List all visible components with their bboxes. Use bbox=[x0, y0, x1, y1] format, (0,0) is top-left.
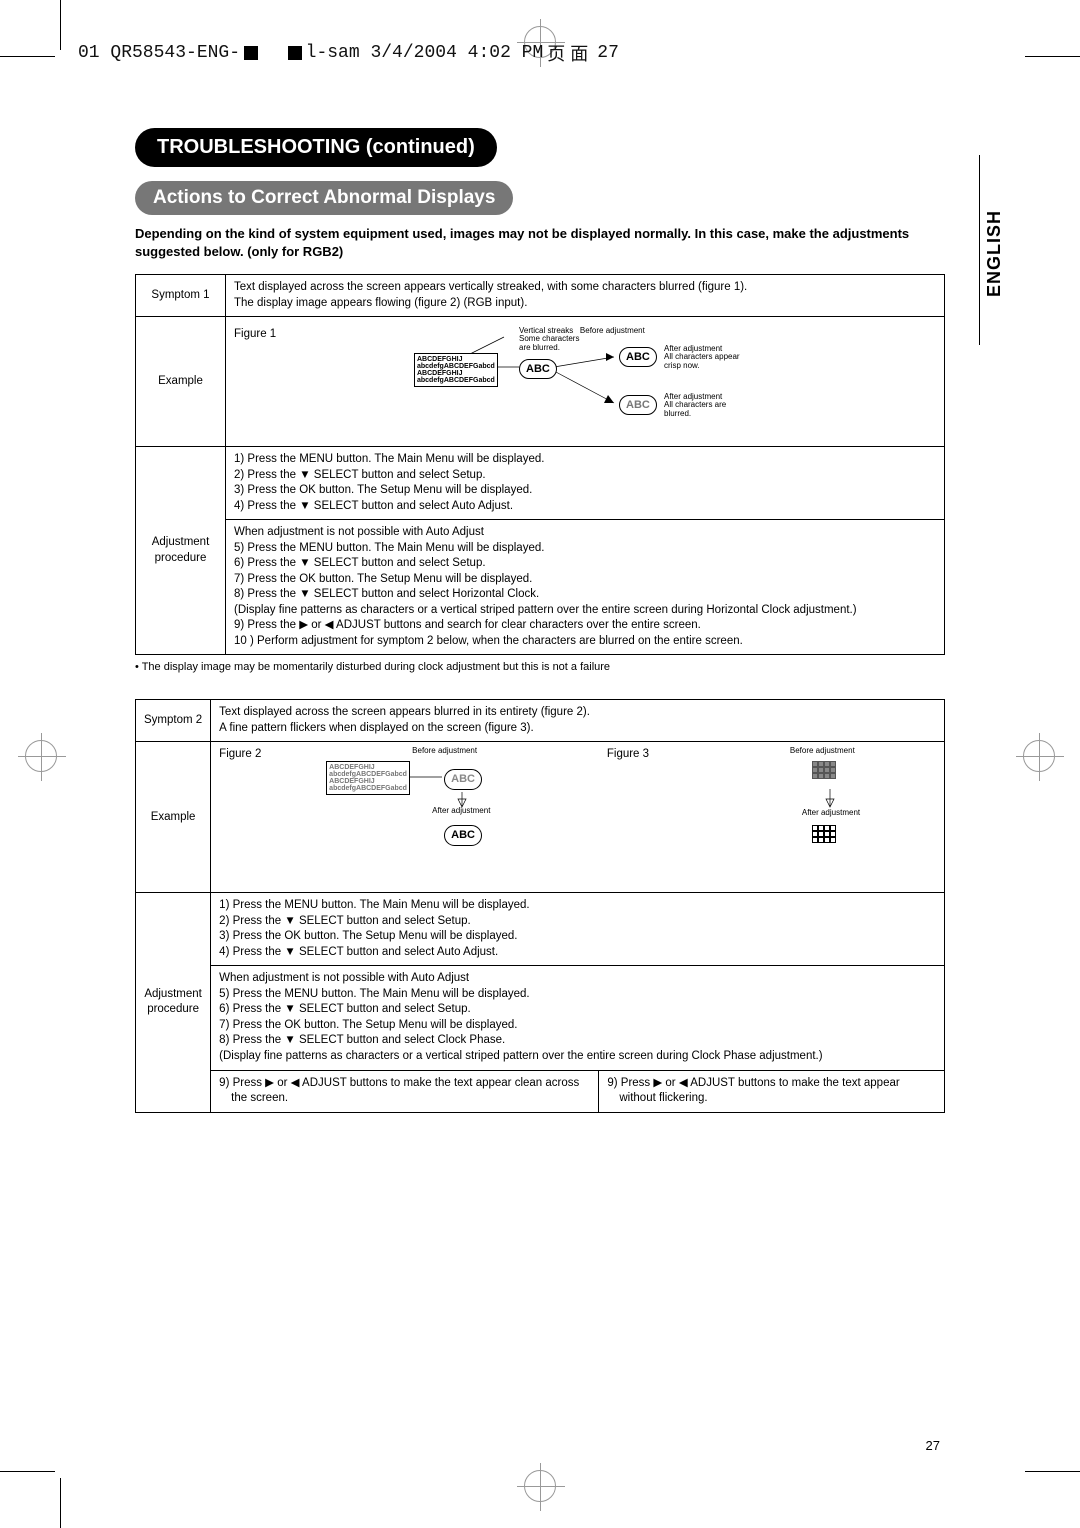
symptom1-table: Symptom 1 Text displayed across the scre… bbox=[135, 274, 945, 655]
symptom2-text: Text displayed across the screen appears… bbox=[211, 700, 945, 742]
grid-blur-icon bbox=[812, 761, 836, 779]
procedure2b: When adjustment is not possible with Aut… bbox=[211, 966, 945, 1070]
file-name: 01 QR58543-ENG- bbox=[78, 43, 240, 63]
file-header: 01 QR58543-ENG- l-sam 3/4/2004 4:02 PM 页… bbox=[78, 40, 619, 66]
language-tab: ENGLISH bbox=[984, 210, 1005, 297]
example-header: Example bbox=[136, 317, 226, 447]
section-title: TROUBLESHOOTING (continued) bbox=[135, 128, 497, 167]
symptom1-header: Symptom 1 bbox=[136, 275, 226, 317]
example2-cell-b: Figure 3 Before adjustment After adjus bbox=[599, 742, 945, 893]
grid-sharp-icon bbox=[812, 825, 836, 843]
symptom1-text: Text displayed across the screen appears… bbox=[226, 275, 945, 317]
procedure2c-right: 9) Press ▶ or ◀ ADJUST buttons to make t… bbox=[599, 1070, 945, 1112]
symptom2-header: Symptom 2 bbox=[136, 700, 211, 742]
adjustment2-header: Adjustment procedure bbox=[136, 893, 211, 1112]
figure1-diagram: Vertical streaks Before adjustment Some … bbox=[314, 327, 814, 437]
black-square-icon bbox=[288, 46, 302, 60]
procedure1b: When adjustment is not possible with Aut… bbox=[226, 520, 945, 655]
section-subtitle: Actions to Correct Abnormal Displays bbox=[135, 181, 513, 215]
example1-cell: Figure 1 Vertical streaks Before adjustm… bbox=[226, 317, 945, 447]
procedure2c-left: 9) Press ▶ or ◀ ADJUST buttons to make t… bbox=[211, 1070, 599, 1112]
side-rule bbox=[979, 155, 980, 345]
figure3-diagram: Before adjustment After adjustment bbox=[672, 747, 912, 887]
page-mark: 27 bbox=[597, 43, 619, 63]
symptom2-table: Symptom 2 Text displayed across the scre… bbox=[135, 699, 945, 1112]
figure3-label: Figure 3 bbox=[607, 747, 662, 887]
black-square-icon bbox=[244, 46, 258, 60]
figure2-label: Figure 2 bbox=[219, 747, 274, 887]
page-number: 27 bbox=[926, 1438, 940, 1453]
footnote1: • The display image may be momentarily d… bbox=[135, 661, 945, 673]
figure2-diagram: Before adjustment ABCDEFGHIJ abcdefgABCD… bbox=[284, 747, 584, 887]
figure1-label: Figure 1 bbox=[234, 327, 294, 437]
procedure2a: 1) Press the MENU button. The Main Menu … bbox=[211, 893, 945, 966]
procedure1a: 1) Press the MENU button. The Main Menu … bbox=[226, 447, 945, 520]
file-date: l-sam 3/4/2004 4:02 PM bbox=[306, 43, 544, 63]
intro-text: Depending on the kind of system equipmen… bbox=[135, 225, 945, 260]
adjustment-header: Adjustment procedure bbox=[136, 447, 226, 655]
example2-header: Example bbox=[136, 742, 211, 893]
example2-cell-a: Figure 2 Before adjustment ABCDEFGHIJ ab… bbox=[211, 742, 599, 893]
